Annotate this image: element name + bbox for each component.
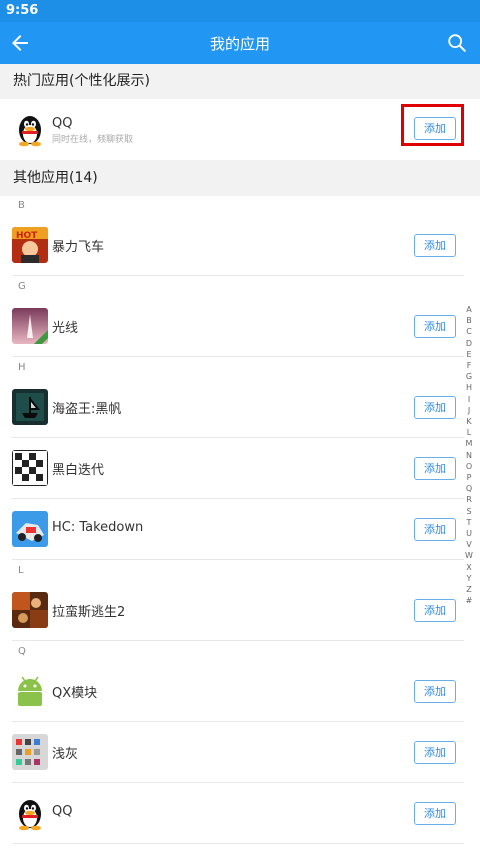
light-ray-icon bbox=[12, 308, 48, 344]
app-subtitle: 同时在线，频聊获取 bbox=[52, 135, 134, 145]
add-button[interactable]: 添加 bbox=[414, 802, 456, 825]
group-letter: G bbox=[18, 281, 26, 292]
list-item[interactable]: 拉蛮斯逃生2 添加 bbox=[0, 580, 480, 640]
index-letter[interactable]: Y bbox=[464, 573, 474, 584]
index-letter[interactable]: E bbox=[464, 349, 474, 360]
app-name: 拉蛮斯逃生2 bbox=[52, 605, 126, 620]
app-name: HC: Takedown bbox=[52, 520, 144, 535]
divider bbox=[12, 843, 464, 844]
list-item[interactable]: 黑白迭代 添加 bbox=[0, 438, 480, 498]
list-item[interactable]: QX模块 添加 bbox=[0, 661, 480, 721]
app-bar: 我的应用 bbox=[0, 22, 480, 64]
index-letter[interactable]: H bbox=[464, 382, 474, 393]
app-name: 暴力飞车 bbox=[52, 240, 105, 255]
index-letter[interactable]: Q bbox=[464, 483, 474, 494]
list-item[interactable]: HC: Takedown 添加 bbox=[0, 499, 480, 559]
app-name: 海盗王:黑帆 bbox=[52, 402, 122, 417]
app-name: QQ bbox=[52, 116, 73, 131]
index-letter[interactable]: B bbox=[464, 315, 474, 326]
index-letter[interactable]: # bbox=[464, 595, 474, 606]
index-letter[interactable]: X bbox=[464, 562, 474, 573]
group-letter: B bbox=[18, 200, 25, 211]
page-title: 我的应用 bbox=[209, 35, 270, 53]
status-bar: 9:56 bbox=[0, 0, 480, 22]
divider bbox=[12, 559, 464, 560]
index-letter[interactable]: R bbox=[464, 494, 474, 505]
qq-penguin-icon bbox=[12, 795, 48, 831]
index-letter[interactable]: D bbox=[464, 338, 474, 349]
index-letter[interactable]: W bbox=[464, 550, 474, 561]
group-letter: Q bbox=[18, 646, 26, 657]
app-name: 浅灰 bbox=[52, 747, 79, 762]
pirate-ship-icon bbox=[12, 389, 48, 425]
index-letter[interactable]: Z bbox=[464, 584, 474, 595]
add-button[interactable]: 添加 bbox=[414, 457, 456, 480]
list-item[interactable]: 光线 添加 bbox=[0, 296, 480, 356]
app-name: QQ bbox=[52, 804, 73, 819]
list-item[interactable]: HOT 暴力飞车 添加 bbox=[0, 215, 480, 275]
alphabet-index[interactable]: A B C D E F G H I J K L M N O P Q R S T U V W X Y Z # bbox=[464, 304, 474, 606]
add-button[interactable]: 添加 bbox=[414, 741, 456, 764]
other-section-title: 其他应用(14) bbox=[0, 161, 480, 195]
add-button[interactable]: 添加 bbox=[414, 518, 456, 541]
hot-section-title: 热门应用(个性化展示) bbox=[0, 64, 480, 98]
android-robot-icon bbox=[12, 673, 48, 709]
index-letter[interactable]: V bbox=[464, 539, 474, 550]
gray-theme-icon bbox=[12, 734, 48, 770]
highlight-box bbox=[401, 104, 464, 146]
index-letter[interactable]: I bbox=[464, 394, 474, 405]
index-letter[interactable]: L bbox=[464, 427, 474, 438]
group-letter: L bbox=[18, 565, 24, 576]
add-button[interactable]: 添加 bbox=[414, 396, 456, 419]
index-letter[interactable]: G bbox=[464, 371, 474, 382]
index-letter[interactable]: M bbox=[464, 438, 474, 449]
app-list: B HOT 暴力飞车 添加 G 光线 添加 H 海盗王:黑帆 添加 黑白迭代 添… bbox=[0, 196, 480, 853]
index-letter[interactable]: T bbox=[464, 517, 474, 528]
race-car-icon: HOT bbox=[12, 227, 48, 263]
index-letter[interactable]: K bbox=[464, 416, 474, 427]
index-letter[interactable]: F bbox=[464, 360, 474, 371]
app-name: 光线 bbox=[52, 321, 79, 336]
list-item[interactable]: 海盗王:黑帆 添加 bbox=[0, 377, 480, 437]
index-letter[interactable]: P bbox=[464, 472, 474, 483]
qq-penguin-icon bbox=[12, 111, 48, 147]
group-letter: H bbox=[18, 362, 26, 373]
status-time: 9:56 bbox=[6, 3, 39, 18]
racing-kart-icon bbox=[12, 511, 48, 547]
index-letter[interactable]: A bbox=[464, 304, 474, 315]
divider bbox=[12, 275, 464, 276]
index-letter[interactable]: C bbox=[464, 326, 474, 337]
app-name: QX模块 bbox=[52, 686, 98, 701]
index-letter[interactable]: J bbox=[464, 405, 474, 416]
black-white-grid-icon bbox=[12, 450, 48, 486]
app-name: 黑白迭代 bbox=[52, 463, 105, 478]
add-button[interactable]: 添加 bbox=[414, 315, 456, 338]
add-button[interactable]: 添加 bbox=[414, 599, 456, 622]
divider bbox=[12, 640, 464, 641]
search-icon[interactable] bbox=[446, 32, 468, 54]
add-button[interactable]: 添加 bbox=[414, 680, 456, 703]
index-letter[interactable]: O bbox=[464, 461, 474, 472]
list-item[interactable]: QQ 添加 bbox=[0, 783, 480, 843]
divider bbox=[12, 356, 464, 357]
svg-text:HOT: HOT bbox=[16, 231, 38, 241]
escape-game-icon bbox=[12, 592, 48, 628]
list-item[interactable]: 浅灰 添加 bbox=[0, 722, 480, 782]
index-letter[interactable]: U bbox=[464, 528, 474, 539]
index-letter[interactable]: S bbox=[464, 506, 474, 517]
index-letter[interactable]: N bbox=[464, 450, 474, 461]
add-button[interactable]: 添加 bbox=[414, 234, 456, 257]
